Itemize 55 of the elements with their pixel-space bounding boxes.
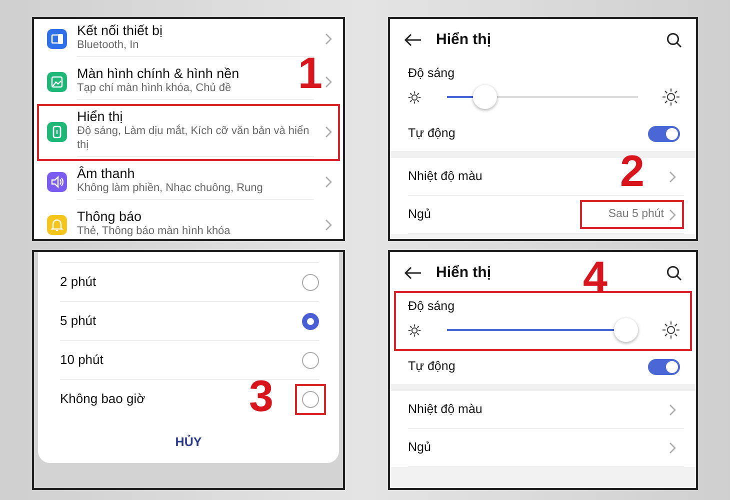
screen-title: Hiển thị [436, 30, 491, 50]
toggle-switch[interactable] [648, 126, 680, 142]
item-subtitle: Độ sáng, Làm dịu mắt, Kích cỡ văn bản và hiển thị [77, 125, 310, 153]
chevron-icon [668, 208, 676, 220]
search-icon[interactable] [666, 32, 682, 48]
item-subtitle: Bluetooth, In [77, 39, 139, 53]
option-label[interactable]: 2 phút [60, 272, 96, 292]
step-number: 2 [620, 150, 644, 194]
auto-label: Tự động [408, 125, 456, 142]
setting-value[interactable]: Sau 5 phút [608, 206, 664, 224]
chevron-icon [324, 218, 332, 231]
item-title[interactable]: Thông báo [77, 208, 142, 225]
slider-thumb[interactable] [614, 318, 638, 342]
sun-icon [408, 90, 421, 104]
radio-button[interactable] [302, 352, 319, 368]
back-arrow-icon[interactable] [404, 33, 422, 48]
sun-icon [662, 321, 680, 340]
chevron-icon [324, 126, 332, 138]
step-number: 3 [249, 375, 274, 419]
chevron-icon [324, 76, 332, 88]
brightness-label: Độ sáng [408, 64, 455, 82]
screen-title: Hiển thị [436, 263, 491, 283]
auto-label: Tự động [408, 358, 456, 376]
item-title[interactable]: Kết nối thiết bị [77, 23, 163, 40]
setting-label[interactable]: Nhiệt độ màu [408, 167, 482, 186]
item-subtitle: Không làm phiền, Nhạc chuông, Rung [77, 182, 263, 196]
slider-thumb[interactable] [473, 85, 498, 110]
option-label[interactable]: Không bao giờ [60, 389, 146, 409]
radio-button[interactable] [302, 312, 319, 330]
radio-button[interactable] [302, 274, 319, 290]
setting-label[interactable]: Ngủ [408, 205, 431, 224]
item-subtitle: Tạp chí màn hình khóa, Chủ đề [77, 82, 232, 96]
chevron-icon [668, 170, 676, 182]
step-number: 4 [583, 256, 608, 300]
search-icon[interactable] [666, 265, 682, 282]
chevron-icon [324, 33, 332, 46]
toggle-switch[interactable] [648, 358, 680, 375]
item-title[interactable]: Hiển thị [77, 108, 123, 126]
item-subtitle: Thẻ, Thông báo màn hình khóa [77, 224, 230, 238]
sun-icon [408, 324, 421, 337]
chevron-icon [668, 404, 676, 416]
cancel-button[interactable]: HỦY [169, 432, 208, 453]
sun-icon [662, 88, 680, 106]
item-title[interactable]: Màn hình chính & hình nền [77, 66, 240, 82]
option-label[interactable]: 5 phút [60, 311, 96, 331]
step-number: 1 [298, 52, 322, 96]
radio-button[interactable] [302, 390, 319, 408]
chevron-icon [324, 176, 332, 188]
setting-label[interactable]: Nhiệt độ màu [408, 400, 482, 419]
chevron-icon [668, 442, 676, 454]
item-title[interactable]: Âm thanh [77, 166, 135, 182]
brightness-label: Độ sáng [408, 298, 455, 315]
setting-label[interactable]: Ngủ [408, 438, 431, 457]
back-arrow-icon[interactable] [404, 266, 422, 280]
option-label[interactable]: 10 phút [60, 350, 104, 370]
